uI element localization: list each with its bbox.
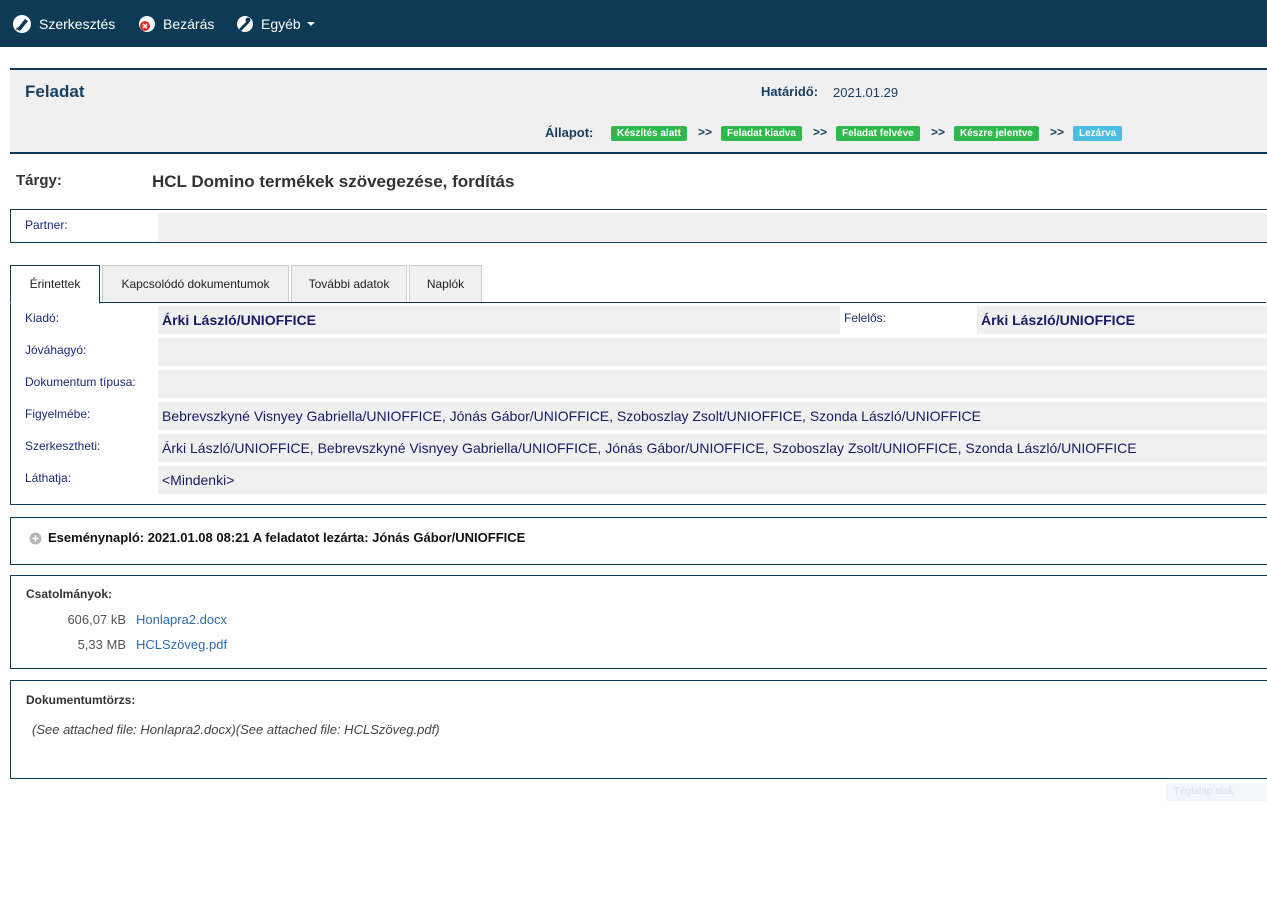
top-toolbar: Szerkesztés Bezárás Egyéb	[0, 0, 1267, 47]
event-log-section[interactable]: Eseménynapló: 2021.01.08 08:21 A feladat…	[10, 517, 1267, 565]
status-badge: Feladat felvéve	[836, 126, 920, 141]
close-button[interactable]: Bezárás	[137, 13, 214, 35]
subject-value: HCL Domino termékek szövegezése, fordítá…	[152, 172, 515, 191]
tab-tovabbi-adatok[interactable]: További adatok	[291, 265, 407, 302]
status-arrow: >>	[931, 125, 946, 139]
edit-button[interactable]: Szerkesztés	[11, 13, 115, 35]
figyelmebe-label: Figyelmébe:	[25, 407, 91, 421]
expand-icon[interactable]	[29, 532, 42, 545]
szerkesztheti-label: Szerkesztheti:	[25, 439, 101, 453]
document-type-value	[158, 370, 1267, 398]
subject-label: Tárgy:	[16, 172, 62, 189]
task-header: Feladat Határidő: 2021.01.29 Állapot: Ké…	[10, 68, 1267, 154]
close-document-icon	[139, 16, 155, 32]
status-arrow: >>	[698, 125, 713, 139]
tab-erintettek[interactable]: Érintettek	[10, 265, 100, 304]
jovahagyo-label: Jóváhagyó:	[25, 343, 87, 357]
document-body-title: Dokumentumtörzs:	[26, 693, 136, 707]
other-dropdown[interactable]: Egyéb	[235, 13, 315, 35]
document-body-section: Dokumentumtörzs: (See attached file: Hon…	[10, 680, 1267, 779]
figyelmebe-value: Bebrevszkyné Visnyey Gabriella/UNIOFFICE…	[158, 402, 1267, 430]
lathatja-label: Láthatja:	[25, 471, 72, 485]
document-body-text: (See attached file: Honlapra2.docx)(See …	[32, 722, 440, 737]
page-title: Feladat	[25, 82, 85, 101]
kiado-label: Kiadó:	[25, 311, 60, 325]
ghost-widget-label: Téglalap alak	[1174, 786, 1234, 797]
lathatja-value: <Mindenki>	[158, 466, 1267, 494]
attachment-link[interactable]: Honlapra2.docx	[136, 612, 227, 627]
attachments-title: Csatolmányok:	[26, 587, 113, 601]
status-badge: Lezárva	[1073, 126, 1123, 141]
deadline-label: Határidő:	[761, 84, 819, 99]
edit-icon	[13, 15, 31, 33]
edit-label: Szerkesztés	[39, 16, 116, 32]
status-badge: Feladat kiadva	[721, 126, 802, 141]
attachments-section: Csatolmányok: 606,07 kB Honlapra2.docx 5…	[10, 575, 1267, 669]
status-arrow: >>	[1050, 125, 1065, 139]
other-label: Egyéb	[261, 16, 301, 32]
involved-panel: Kiadó: Árki László/UNIOFFICE Felelős: Ár…	[10, 302, 1267, 505]
floating-shape-widget[interactable]: Téglalap alak	[1166, 783, 1267, 801]
partner-section: Partner:	[10, 209, 1267, 243]
status-badge: Készítés alatt	[611, 126, 687, 141]
status-arrow: >>	[813, 125, 828, 139]
deadline-value: 2021.01.29	[833, 85, 899, 100]
szerkesztheti-value: Árki László/UNIOFFICE, Bebrevszkyné Visn…	[158, 434, 1267, 462]
attachment-size: 606,07 kB	[67, 612, 126, 627]
kiado-value: Árki László/UNIOFFICE	[158, 306, 840, 334]
felelos-value: Árki László/UNIOFFICE	[977, 306, 1267, 334]
tools-icon	[237, 16, 253, 32]
felelos-label: Felelős:	[844, 311, 887, 325]
document-type-label: Dokumentum típusa:	[25, 375, 136, 389]
attachment-link[interactable]: HCLSzöveg.pdf	[136, 637, 227, 652]
tab-naplok[interactable]: Naplók	[409, 265, 482, 302]
status-label: Állapot:	[545, 125, 594, 140]
chevron-down-icon	[306, 22, 315, 26]
jovahagyo-value	[158, 338, 1267, 366]
tab-kapcsolodo-dokumentumok[interactable]: Kapcsolódó dokumentumok	[102, 265, 289, 302]
partner-value	[158, 213, 1267, 241]
event-log-text: Eseménynapló: 2021.01.08 08:21 A feladat…	[48, 530, 526, 545]
attachment-size: 5,33 MB	[77, 637, 126, 652]
partner-label: Partner:	[25, 218, 68, 232]
close-label: Bezárás	[163, 16, 215, 32]
status-badge: Készre jelentve	[954, 126, 1039, 141]
